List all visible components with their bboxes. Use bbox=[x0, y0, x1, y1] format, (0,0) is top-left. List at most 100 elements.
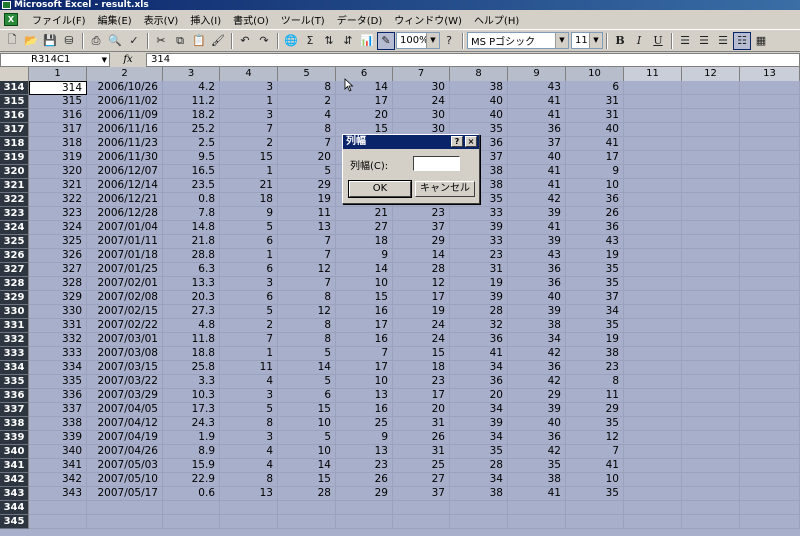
table-cell[interactable]: 2007/03/01 bbox=[87, 333, 163, 347]
table-cell[interactable] bbox=[682, 179, 740, 193]
table-cell[interactable] bbox=[624, 501, 682, 515]
table-cell[interactable] bbox=[624, 179, 682, 193]
table-cell[interactable] bbox=[566, 501, 624, 515]
table-cell[interactable]: 11.2 bbox=[163, 95, 220, 109]
table-cell[interactable]: 34 bbox=[450, 403, 508, 417]
table-cell[interactable]: 13 bbox=[278, 221, 336, 235]
table-cell[interactable]: 28 bbox=[450, 459, 508, 473]
table-cell[interactable]: 31 bbox=[393, 445, 450, 459]
table-cell[interactable] bbox=[740, 249, 800, 263]
table-cell[interactable]: 16.5 bbox=[163, 165, 220, 179]
table-cell[interactable]: 6.3 bbox=[163, 263, 220, 277]
table-cell[interactable]: 15 bbox=[278, 403, 336, 417]
hyperlink-icon[interactable]: 🌐 bbox=[282, 32, 300, 50]
table-cell[interactable]: 31 bbox=[566, 95, 624, 109]
table-cell[interactable]: 6 bbox=[220, 291, 278, 305]
table-cell[interactable]: 39 bbox=[450, 221, 508, 235]
table-cell[interactable]: 41 bbox=[450, 347, 508, 361]
table-cell[interactable]: 25.8 bbox=[163, 361, 220, 375]
row-header[interactable]: 333 bbox=[0, 347, 29, 361]
table-cell[interactable] bbox=[740, 389, 800, 403]
table-cell[interactable] bbox=[740, 95, 800, 109]
table-cell[interactable] bbox=[740, 319, 800, 333]
table-cell[interactable]: 2007/03/22 bbox=[87, 375, 163, 389]
ok-button[interactable]: OK bbox=[348, 180, 412, 198]
column-width-input[interactable] bbox=[413, 156, 460, 171]
table-cell[interactable]: 38 bbox=[566, 347, 624, 361]
table-cell[interactable]: 29 bbox=[278, 179, 336, 193]
table-cell[interactable] bbox=[624, 137, 682, 151]
table-cell[interactable]: 8.9 bbox=[163, 445, 220, 459]
table-cell[interactable]: 0.6 bbox=[163, 487, 220, 501]
table-cell[interactable]: 2007/04/19 bbox=[87, 431, 163, 445]
table-cell[interactable] bbox=[682, 263, 740, 277]
table-cell[interactable] bbox=[450, 501, 508, 515]
table-cell[interactable]: 343 bbox=[29, 487, 87, 501]
table-cell[interactable]: 15 bbox=[278, 473, 336, 487]
table-cell[interactable]: 7 bbox=[278, 277, 336, 291]
table-cell[interactable]: 2007/03/08 bbox=[87, 347, 163, 361]
table-cell[interactable] bbox=[740, 277, 800, 291]
table-cell[interactable]: 33 bbox=[450, 207, 508, 221]
table-cell[interactable] bbox=[624, 319, 682, 333]
table-cell[interactable]: 2 bbox=[220, 319, 278, 333]
table-cell[interactable]: 2006/12/07 bbox=[87, 165, 163, 179]
table-cell[interactable]: 6 bbox=[278, 389, 336, 403]
table-cell[interactable]: 325 bbox=[29, 235, 87, 249]
table-cell[interactable]: 12 bbox=[393, 277, 450, 291]
row-header[interactable]: 344 bbox=[0, 501, 29, 515]
table-cell[interactable]: 21 bbox=[336, 207, 393, 221]
table-cell[interactable]: 35 bbox=[566, 417, 624, 431]
table-cell[interactable]: 29 bbox=[566, 403, 624, 417]
table-cell[interactable]: 8 bbox=[278, 291, 336, 305]
table-cell[interactable]: 2006/11/23 bbox=[87, 137, 163, 151]
table-cell[interactable]: 322 bbox=[29, 193, 87, 207]
table-cell[interactable]: 41 bbox=[508, 179, 566, 193]
column-header[interactable]: 9 bbox=[508, 67, 566, 81]
table-cell[interactable]: 38 bbox=[450, 487, 508, 501]
table-cell[interactable]: 17.3 bbox=[163, 403, 220, 417]
table-cell[interactable]: 5 bbox=[278, 165, 336, 179]
table-cell[interactable] bbox=[740, 81, 800, 95]
table-cell[interactable]: 25 bbox=[336, 417, 393, 431]
table-cell[interactable]: 23 bbox=[393, 375, 450, 389]
currency-icon[interactable]: ▦ bbox=[752, 32, 770, 50]
table-cell[interactable]: 1 bbox=[220, 95, 278, 109]
table-cell[interactable]: 4 bbox=[278, 109, 336, 123]
table-cell[interactable]: 39 bbox=[508, 235, 566, 249]
table-cell[interactable]: 2007/04/05 bbox=[87, 403, 163, 417]
undo-icon[interactable]: ↶ bbox=[236, 32, 254, 50]
table-cell[interactable]: 17 bbox=[336, 319, 393, 333]
table-cell[interactable]: 329 bbox=[29, 291, 87, 305]
table-cell[interactable]: 5 bbox=[278, 347, 336, 361]
table-cell[interactable]: 2007/03/15 bbox=[87, 361, 163, 375]
table-cell[interactable] bbox=[740, 403, 800, 417]
table-cell[interactable]: 2007/01/11 bbox=[87, 235, 163, 249]
table-cell[interactable]: 27 bbox=[336, 221, 393, 235]
font-size-select[interactable]: 11 ▼ bbox=[571, 32, 603, 49]
row-header[interactable]: 327 bbox=[0, 263, 29, 277]
table-cell[interactable]: 1 bbox=[220, 165, 278, 179]
table-cell[interactable]: 43 bbox=[508, 81, 566, 95]
table-cell[interactable]: 20 bbox=[393, 403, 450, 417]
table-cell[interactable]: 43 bbox=[508, 249, 566, 263]
table-cell[interactable]: 2007/02/08 bbox=[87, 291, 163, 305]
table-cell[interactable]: 17 bbox=[566, 151, 624, 165]
italic-button[interactable]: I bbox=[630, 32, 648, 50]
table-cell[interactable]: 40 bbox=[508, 151, 566, 165]
table-cell[interactable]: 41 bbox=[508, 487, 566, 501]
table-cell[interactable] bbox=[336, 515, 393, 529]
table-cell[interactable]: 2006/11/16 bbox=[87, 123, 163, 137]
table-cell[interactable] bbox=[682, 375, 740, 389]
table-cell[interactable]: 327 bbox=[29, 263, 87, 277]
table-cell[interactable] bbox=[740, 235, 800, 249]
table-cell[interactable]: 3 bbox=[220, 109, 278, 123]
row-header[interactable]: 331 bbox=[0, 319, 29, 333]
table-cell[interactable]: 21.8 bbox=[163, 235, 220, 249]
table-cell[interactable]: 30 bbox=[393, 109, 450, 123]
function-icon[interactable]: fx bbox=[110, 54, 146, 65]
table-cell[interactable] bbox=[624, 123, 682, 137]
table-cell[interactable]: 8 bbox=[278, 333, 336, 347]
table-cell[interactable]: 5 bbox=[220, 221, 278, 235]
table-cell[interactable] bbox=[682, 305, 740, 319]
